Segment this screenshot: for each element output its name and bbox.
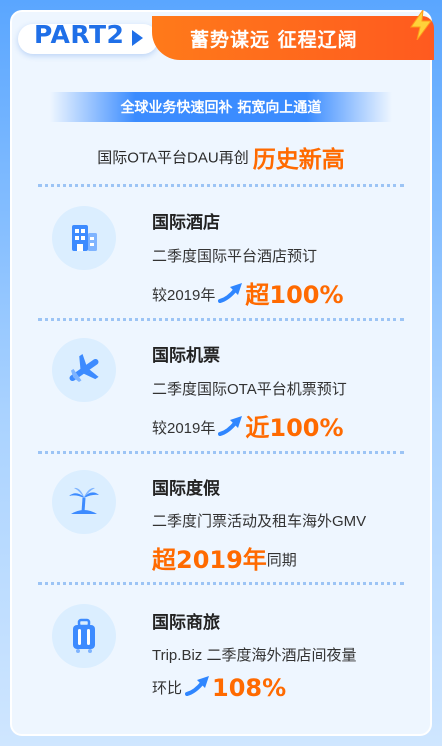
section-emphasis: 超100% [245,281,344,309]
play-arrow-icon [132,30,143,46]
trend-up-icon [185,676,210,696]
icon-circle [52,470,116,534]
section-title: 国际商旅 [152,613,220,633]
trend-up-icon [218,283,243,303]
section-title: 国际酒店 [152,213,220,233]
divider [38,582,404,585]
hotel-building-icon [72,225,97,251]
section-line2: 超2019年同期 [152,540,297,575]
subtitle-text: 全球业务快速回补 拓宽向上通道 [120,100,322,116]
header-title: 蓄势谋远 征程辽阔 [190,28,358,51]
suitcase-icon [73,618,95,653]
icon-circle [52,206,116,270]
headline-emphasis: 历史新高 [252,146,345,172]
divider [38,318,404,321]
section-line1: Trip.Biz 二季度海外酒店间夜量 [152,647,357,664]
headline: 国际OTA平台DAU再创 历史新高 [0,140,442,174]
section-line1: 二季度门票活动及租车海外GMV [152,513,367,530]
section-line2: 较2019年 超100% [152,275,344,310]
lightning-icon [410,10,432,40]
section-line2: 较2019年 近100% [152,408,344,443]
section-line2-prefix: 较2019年 [152,287,216,304]
section-line1: 二季度国际OTA平台机票预订 [152,381,347,398]
section-line2: 环比 108% [152,674,286,702]
divider [38,184,404,187]
section-emphasis: 近100% [245,414,344,442]
section-emphasis: 超2019年 [152,546,267,574]
section-line2-prefix: 环比 [152,680,183,697]
airplane-icon [69,353,99,383]
icon-circle [52,338,116,402]
section-title: 国际机票 [152,346,220,366]
section-line2-suffix: 同期 [266,552,297,569]
subtitle-ribbon: 全球业务快速回补 拓宽向上通道 [50,92,392,122]
trend-up-icon [218,416,243,436]
section-title: 国际度假 [152,479,220,499]
header-banner: 蓄势谋远 征程辽阔 [152,16,434,60]
palm-island-icon [69,487,99,514]
section-emphasis: 108% [212,674,287,702]
divider [38,451,404,454]
section-line2-prefix: 较2019年 [152,420,216,437]
headline-prefix: 国际OTA平台DAU再创 [97,149,249,167]
icon-circle [52,604,116,668]
part-label: PART2 [34,20,125,49]
section-line1: 二季度国际平台酒店预订 [152,248,318,265]
